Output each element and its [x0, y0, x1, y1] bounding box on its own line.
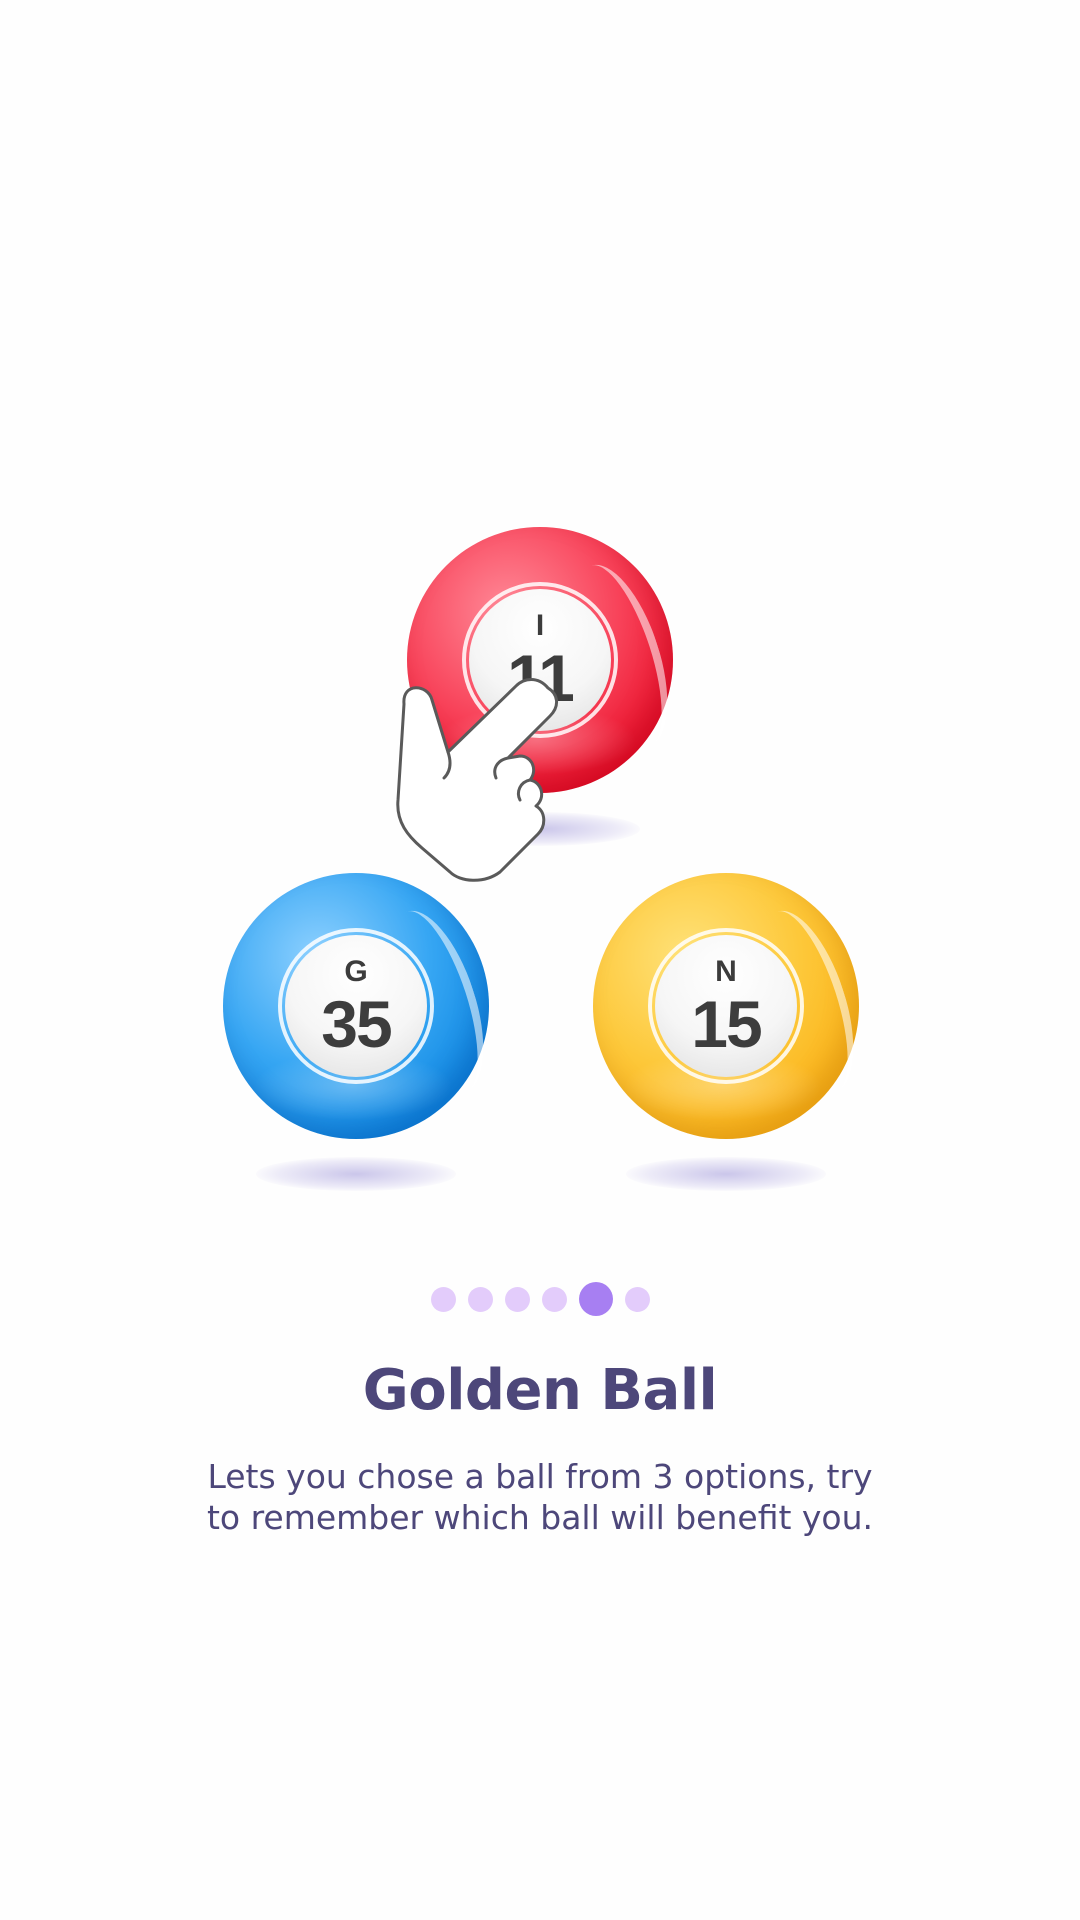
page-dot[interactable]: [541, 1286, 567, 1312]
page-dot[interactable]: [467, 1286, 493, 1312]
bingo-ball-option-2[interactable]: G 35: [223, 873, 503, 1139]
description-line: Lets you chose a ball from 3 options, tr…: [207, 1457, 873, 1496]
ball-shadow: [626, 1157, 826, 1191]
onboarding-screen: I 11 G 35 N 15 Golden Ball Lets you chos…: [0, 0, 1080, 1920]
page-title: Golden Ball: [362, 1358, 718, 1423]
page-description: Lets you chose a ball from 3 options, tr…: [150, 1456, 930, 1538]
page-dot[interactable]: [624, 1286, 650, 1312]
page-dot[interactable]: [504, 1286, 530, 1312]
ball-ring: [278, 928, 434, 1084]
hand-pointer-icon: [396, 678, 558, 882]
page-dot[interactable]: [430, 1286, 456, 1312]
bingo-ball-option-3[interactable]: N 15: [593, 873, 873, 1139]
page-dot-active[interactable]: [578, 1282, 613, 1316]
ball-ring: [648, 928, 804, 1084]
description-line: to remember which ball will benefit you.: [206, 1498, 874, 1537]
page-indicator: [0, 1282, 1080, 1316]
ball-shadow: [256, 1157, 456, 1191]
